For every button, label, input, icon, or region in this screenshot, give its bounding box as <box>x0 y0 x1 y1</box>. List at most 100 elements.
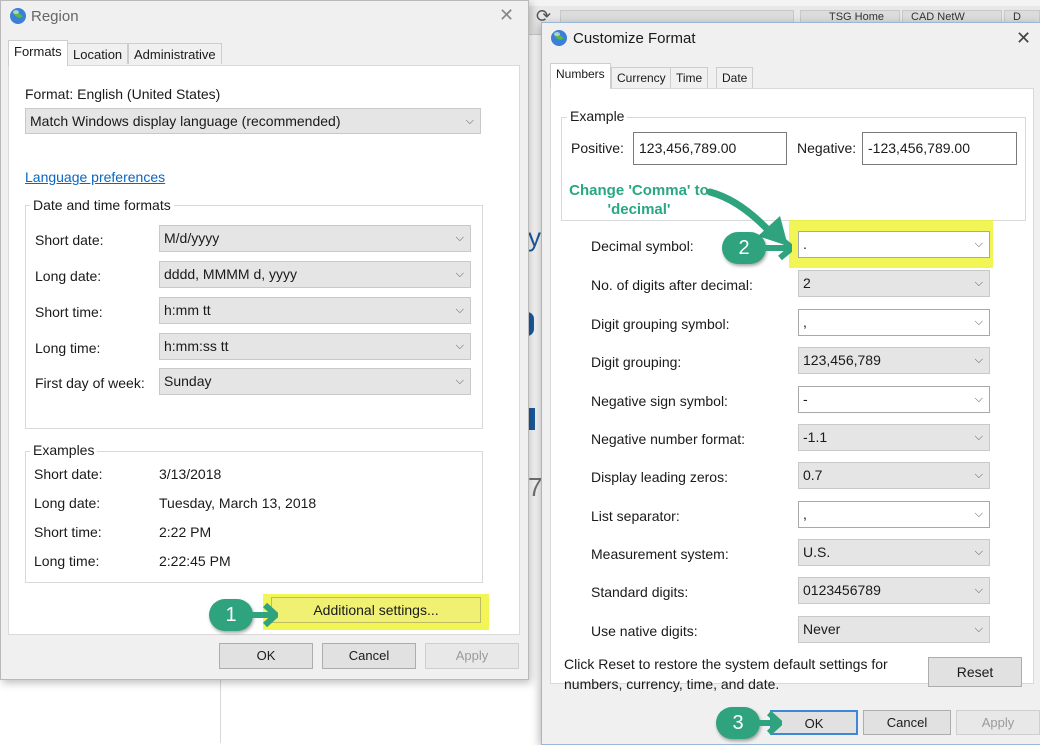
negative-sign-symbol-select[interactable]: - ⌵ <box>798 386 990 413</box>
short-time-label: Short time: <box>35 304 103 320</box>
background-divider <box>220 679 221 743</box>
short-time-value: h:mm tt <box>164 302 211 318</box>
tab-location[interactable]: Location <box>67 43 129 64</box>
apply-button[interactable]: Apply <box>425 643 519 669</box>
example-label: Long time: <box>34 553 100 569</box>
list-separator-value: , <box>803 506 807 522</box>
example-legend: Example <box>567 108 628 124</box>
decimal-symbol-select[interactable]: . ⌵ <box>798 231 990 258</box>
region-title: Region <box>31 8 79 25</box>
reset-button[interactable]: Reset <box>928 657 1022 687</box>
chevron-down-icon: ⌵ <box>974 353 983 366</box>
example-value: 2:22:45 PM <box>159 553 231 569</box>
chevron-down-icon: ⌵ <box>974 545 983 558</box>
positive-label: Positive: <box>571 140 624 156</box>
leading-zeros-label: Display leading zeros: <box>591 469 728 485</box>
example-label: Short date: <box>34 466 103 482</box>
short-date-label: Short date: <box>35 232 104 248</box>
negative-number-format-select[interactable]: -1.1 ⌵ <box>798 424 990 451</box>
long-date-value: dddd, MMMM d, yyyy <box>164 266 298 282</box>
datetime-formats-legend: Date and time formats <box>30 197 174 213</box>
native-digits-label: Use native digits: <box>591 623 698 639</box>
leading-zeros-value: 0.7 <box>803 467 823 483</box>
format-select-value: Match Windows display language (recommen… <box>30 113 341 129</box>
chevron-down-icon: ⌵ <box>974 468 983 481</box>
formats-panel: Format: English (United States) Match Wi… <box>8 65 520 635</box>
first-day-value: Sunday <box>164 373 212 389</box>
chevron-down-icon: ⌵ <box>455 374 464 387</box>
background-text-fragment: y <box>528 222 541 252</box>
standard-digits-label: Standard digits: <box>591 584 689 600</box>
negative-sign-symbol-label: Negative sign symbol: <box>591 393 728 409</box>
example-value: 2:22 PM <box>159 524 212 540</box>
short-time-select[interactable]: h:mm tt ⌵ <box>159 297 471 324</box>
leading-zeros-select[interactable]: 0.7 ⌵ <box>798 462 990 489</box>
first-day-select[interactable]: Sunday ⌵ <box>159 368 471 395</box>
short-date-select[interactable]: M/d/yyyy ⌵ <box>159 225 471 252</box>
apply-button[interactable]: Apply <box>956 710 1040 735</box>
chevron-down-icon: ⌵ <box>974 430 983 443</box>
chevron-down-icon: ⌵ <box>974 392 983 405</box>
tab-formats[interactable]: Formats <box>8 40 68 66</box>
chevron-down-icon: ⌵ <box>974 622 983 635</box>
annotation-note: Change 'Comma' to 'decimal' <box>569 182 709 218</box>
globe-icon <box>9 7 27 25</box>
long-time-select[interactable]: h:mm:ss tt ⌵ <box>159 333 471 360</box>
negative-number-format-value: -1.1 <box>803 429 828 445</box>
standard-digits-select[interactable]: 0123456789 ⌵ <box>798 577 990 604</box>
close-icon[interactable]: ✕ <box>1016 30 1031 48</box>
tab-numbers[interactable]: Numbers <box>550 63 611 89</box>
native-digits-select[interactable]: Never ⌵ <box>798 616 990 643</box>
measurement-system-value: U.S. <box>803 544 831 560</box>
example-label: Short time: <box>34 524 102 540</box>
additional-settings-button[interactable]: Additional settings... <box>271 597 481 623</box>
example-value: Tuesday, March 13, 2018 <box>159 495 317 511</box>
chevron-down-icon: ⌵ <box>455 339 464 352</box>
cancel-button[interactable]: Cancel <box>863 710 951 735</box>
step-3-badge: 3 <box>716 707 760 739</box>
long-time-value: h:mm:ss tt <box>164 338 229 354</box>
digit-grouping-symbol-value: , <box>803 314 807 330</box>
chevron-down-icon: ⌵ <box>455 303 464 316</box>
tab-administrative[interactable]: Administrative <box>128 43 222 64</box>
chevron-down-icon: ⌵ <box>455 231 464 244</box>
globe-icon <box>550 29 568 47</box>
native-digits-value: Never <box>803 621 841 637</box>
short-date-value: M/d/yyyy <box>164 230 220 246</box>
numbers-panel: Example Positive: 123,456,789.00 Negativ… <box>550 88 1034 684</box>
chevron-down-icon: ⌵ <box>465 114 474 127</box>
negative-example-field: -123,456,789.00 <box>862 132 1017 165</box>
long-date-select[interactable]: dddd, MMMM d, yyyy ⌵ <box>159 261 471 288</box>
positive-example-field: 123,456,789.00 <box>633 132 787 165</box>
format-label: Format: English (United States) <box>25 86 221 102</box>
format-select[interactable]: Match Windows display language (recommen… <box>25 108 481 134</box>
ok-button[interactable]: OK <box>219 643 313 669</box>
arrow-right-icon <box>756 710 782 736</box>
long-date-label: Long date: <box>35 268 102 284</box>
negative-number-format-label: Negative number format: <box>591 431 746 447</box>
chevron-down-icon: ⌵ <box>974 507 983 520</box>
cancel-button[interactable]: Cancel <box>322 643 416 669</box>
chevron-down-icon: ⌵ <box>974 583 983 596</box>
tab-date[interactable]: Date <box>716 67 754 88</box>
digit-grouping-value: 123,456,789 <box>803 352 881 368</box>
chevron-down-icon: ⌵ <box>974 237 983 250</box>
region-dialog: Region ✕ Formats Location Administrative… <box>0 0 529 680</box>
example-label: Long date: <box>34 495 101 511</box>
negative-label: Negative: <box>797 140 857 156</box>
list-separator-label: List separator: <box>591 508 680 524</box>
language-preferences-link[interactable]: Language preferences <box>25 169 165 185</box>
digits-after-decimal-select[interactable]: 2 ⌵ <box>798 270 990 297</box>
close-icon[interactable]: ✕ <box>499 7 514 25</box>
digit-grouping-symbol-select[interactable]: , ⌵ <box>798 309 990 336</box>
digit-grouping-symbol-label: Digit grouping symbol: <box>591 316 730 332</box>
measurement-system-select[interactable]: U.S. ⌵ <box>798 539 990 566</box>
tab-time[interactable]: Time <box>670 67 709 88</box>
digits-after-decimal-label: No. of digits after decimal: <box>591 277 753 293</box>
customize-format-title: Customize Format <box>573 30 696 47</box>
example-value: 3/13/2018 <box>159 466 222 482</box>
digit-grouping-select[interactable]: 123,456,789 ⌵ <box>798 347 990 374</box>
tab-currency[interactable]: Currency <box>611 67 672 88</box>
list-separator-select[interactable]: , ⌵ <box>798 501 990 528</box>
ok-button[interactable]: OK <box>770 710 858 735</box>
